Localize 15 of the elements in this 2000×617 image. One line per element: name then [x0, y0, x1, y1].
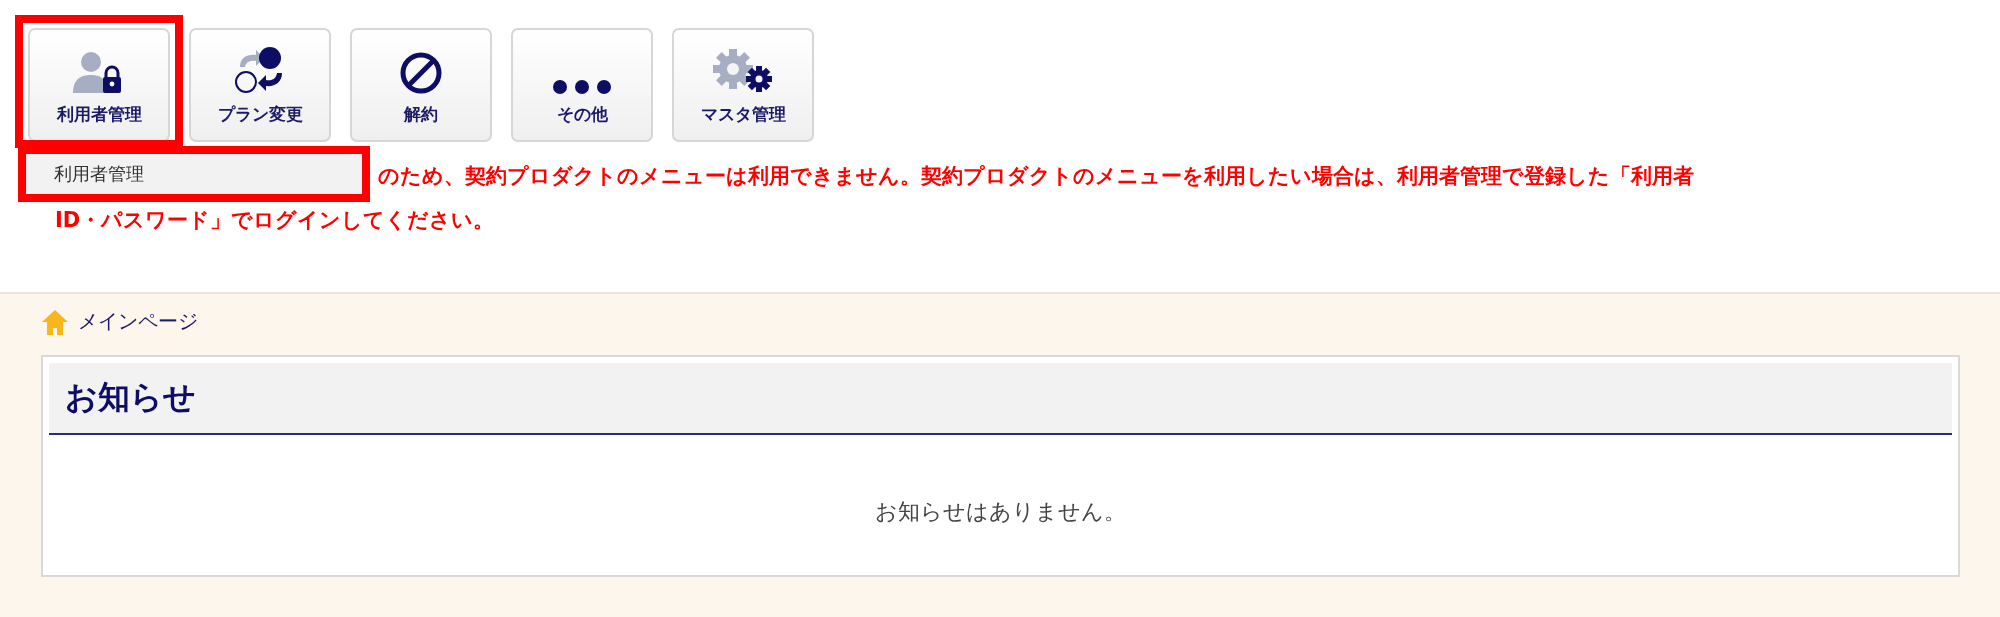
toolbar-button[interactable]: その他 [511, 28, 653, 142]
more-icon [552, 79, 612, 95]
breadcrumb-link[interactable]: メインページ [78, 308, 198, 335]
toolbar-button[interactable]: 解約 [350, 28, 492, 142]
panel-title: お知らせ [65, 377, 196, 418]
home-icon [42, 308, 68, 335]
warning-message: ID・パスワード」でログインしてください。 [55, 207, 495, 234]
empty-message: お知らせはありません。 [875, 499, 1126, 524]
toolbar-button[interactable]: 利用者管理 [28, 28, 170, 142]
settings-icon [711, 47, 775, 95]
toolbar-button[interactable]: マスタ管理 [672, 28, 814, 142]
toolbar-button[interactable]: プラン変更 [189, 28, 331, 142]
prohibited-icon [399, 51, 443, 95]
warning-message: のため、契約プロダクトのメニューは利用できません。契約プロダクトのメニューを利用したい場合は、利用者管理で登録した「利用者 [378, 163, 1694, 190]
menu-item[interactable]: 利用者管理 [24, 150, 364, 198]
